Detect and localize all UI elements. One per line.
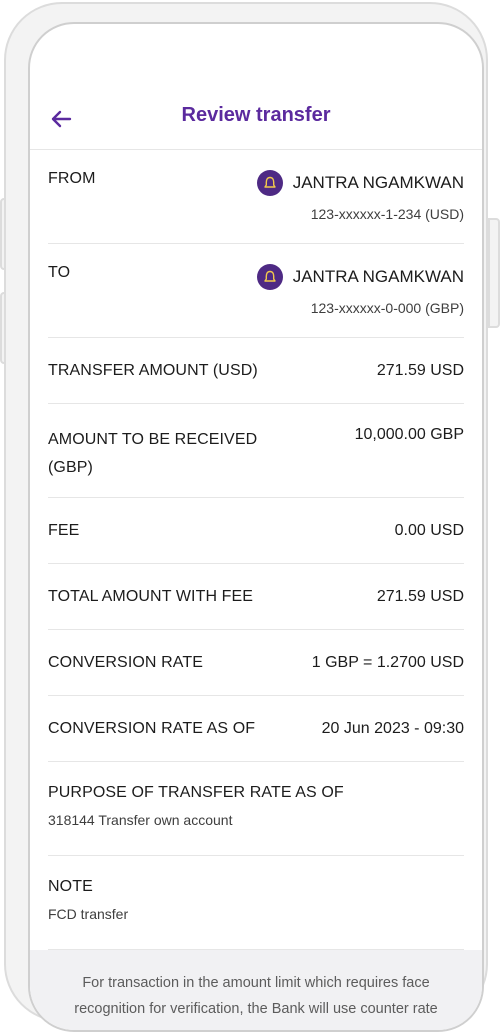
bank-logo-icon xyxy=(256,170,283,196)
phone-side-button xyxy=(488,218,500,328)
conversion-rate-label: CONVERSION RATE xyxy=(48,653,203,671)
fee-row: FEE 0.00 USD xyxy=(48,498,464,564)
from-name: JANTRA NGAMKWAN xyxy=(292,173,464,192)
total-with-fee-label: TOTAL AMOUNT WITH FEE xyxy=(48,587,254,605)
fee-value: 0.00 USD xyxy=(394,521,464,539)
amount-received-row: AMOUNT TO BE RECEIVED (GBP) 10,000.00 GB… xyxy=(48,404,464,498)
note-row: NOTE FCD transfer xyxy=(48,856,464,950)
note-label: NOTE xyxy=(48,878,93,895)
to-name: JANTRA NGAMKWAN xyxy=(292,267,464,286)
to-label: TO xyxy=(48,264,71,281)
from-account-number: 123-xxxxxx-1-234 (USD) xyxy=(310,206,464,222)
total-with-fee-row: TOTAL AMOUNT WITH FEE 271.59 USD xyxy=(48,564,464,630)
phone-frame: Review transfer FROM JANTRA NGAMKWAN 123… xyxy=(4,2,488,1032)
amount-received-label: AMOUNT TO BE RECEIVED (GBP) xyxy=(48,431,258,476)
phone-screen: Review transfer FROM JANTRA NGAMKWAN 123… xyxy=(28,22,484,1032)
note-value: FCD transfer xyxy=(48,906,129,922)
from-row: FROM JANTRA NGAMKWAN 123-xxxxxx-1-234 (U… xyxy=(48,150,464,244)
conversion-rate-value: 1 GBP = 1.2700 USD xyxy=(311,653,464,671)
total-with-fee-value: 271.59 USD xyxy=(376,587,464,605)
to-row: TO JANTRA NGAMKWAN 123-xxxxxx-0-000 (GBP… xyxy=(48,244,464,338)
fee-label: FEE xyxy=(48,521,80,539)
transfer-amount-value: 271.59 USD xyxy=(376,361,464,379)
purpose-value: 318144 Transfer own account xyxy=(48,812,233,828)
bank-logo-icon xyxy=(256,264,283,290)
transfer-amount-row: TRANSFER AMOUNT (USD) 271.59 USD xyxy=(48,338,464,404)
transfer-amount-label: TRANSFER AMOUNT (USD) xyxy=(48,361,258,379)
to-account-info: JANTRA NGAMKWAN 123-xxxxxx-0-000 (GBP) xyxy=(256,264,464,316)
to-account-number: 123-xxxxxx-0-000 (GBP) xyxy=(310,300,464,316)
purpose-row: PURPOSE OF TRANSFER RATE AS OF 318144 Tr… xyxy=(48,762,464,856)
conversion-rate-as-of-row: CONVERSION RATE AS OF 20 Jun 2023 - 09:3… xyxy=(48,696,464,762)
from-label: FROM xyxy=(48,170,96,187)
page-title: Review transfer xyxy=(181,104,331,126)
disclaimer-text: For transaction in the amount limit whic… xyxy=(30,950,482,1030)
from-account-info: JANTRA NGAMKWAN 123-xxxxxx-1-234 (USD) xyxy=(256,170,464,222)
conversion-rate-row: CONVERSION RATE 1 GBP = 1.2700 USD xyxy=(48,630,464,696)
purpose-label: PURPOSE OF TRANSFER RATE AS OF xyxy=(48,784,344,801)
amount-received-value: 10,000.00 GBP xyxy=(354,426,464,443)
conversion-rate-as-of-label: CONVERSION RATE AS OF xyxy=(48,719,256,737)
app-header: Review transfer xyxy=(30,86,482,150)
transfer-details: FROM JANTRA NGAMKWAN 123-xxxxxx-1-234 (U… xyxy=(48,150,464,950)
conversion-rate-as-of-value: 20 Jun 2023 - 09:30 xyxy=(321,719,464,737)
